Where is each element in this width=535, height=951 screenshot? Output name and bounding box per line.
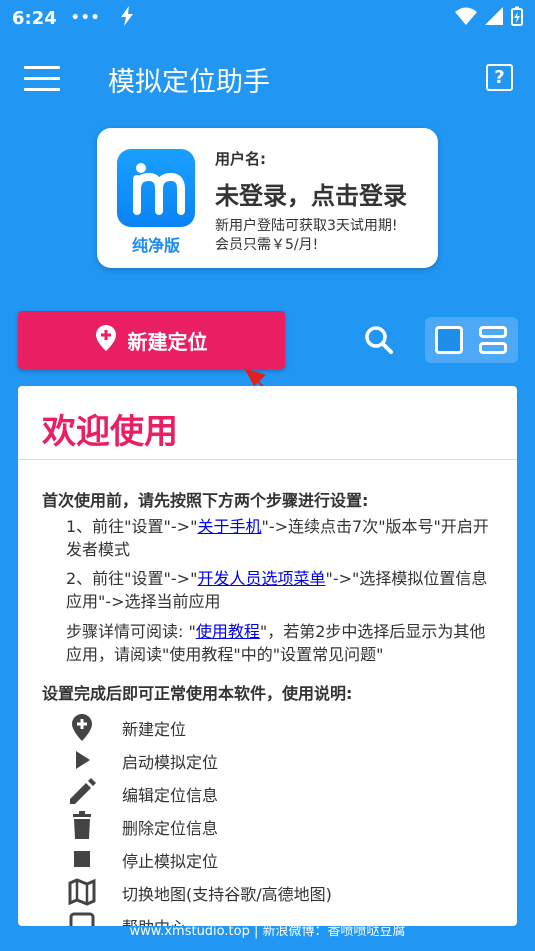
split-view-icon[interactable] (479, 326, 507, 354)
trial-info: 新用户登陆可获取3天试用期! 会员只需￥5/月! (215, 217, 398, 255)
play-icon (66, 745, 98, 775)
tutorial-link[interactable]: 使用教程 (196, 622, 260, 641)
bolt-icon (119, 5, 135, 31)
step-3-pre: 步骤详情可阅读: " (66, 622, 196, 641)
edition-label: 纯净版 (131, 236, 180, 255)
usage-item: 新建定位 (66, 712, 486, 742)
single-view-icon[interactable] (435, 326, 463, 354)
usage-label: 新建定位 (122, 720, 187, 739)
usage-label: 删除定位信息 (122, 819, 219, 838)
status-time: 6:24 (12, 7, 57, 29)
wifi-icon (455, 7, 477, 30)
app-title: 模拟定位助手 (108, 67, 270, 98)
trash-icon (66, 811, 98, 841)
welcome-title: 欢迎使用 (42, 412, 178, 452)
developer-options-link[interactable]: 开发人员选项菜单 (197, 569, 325, 588)
username-label: 用户名: (215, 150, 266, 168)
usage-item: 停止模拟定位 (66, 844, 486, 874)
usage-label: 停止模拟定位 (122, 852, 219, 871)
view-toggle[interactable] (425, 317, 518, 363)
trial-line-1: 新用户登陆可获取3天试用期! (215, 218, 398, 234)
usage-item: 编辑定位信息 (66, 778, 486, 808)
usage-item: 删除定位信息 (66, 811, 486, 841)
user-card[interactable]: 纯净版 用户名: 未登录，点击登录 新用户登陆可获取3天试用期! 会员只需￥5/… (97, 128, 438, 268)
step-1-pre: 1、前往"设置"->" (66, 517, 198, 536)
usage-label: 编辑定位信息 (122, 786, 219, 805)
usage-label: 切换地图(支持谷歌/高德地图) (122, 885, 332, 904)
app-logo-icon (117, 149, 195, 227)
login-prompt[interactable]: 未登录，点击登录 (215, 176, 407, 211)
battery-icon (511, 6, 523, 31)
step-1: 1、前往"设置"->"关于手机"->连续点击7次"版本号"开启开发者模式 (66, 515, 496, 561)
help-icon[interactable]: ? (486, 64, 513, 91)
usage-item: 切换地图(支持谷歌/高德地图) (66, 877, 486, 907)
intro-text: 首次使用前，请先按照下方两个步骤进行设置: (42, 491, 369, 510)
status-bar: 6:24 ••• (0, 0, 535, 36)
location-add-icon (66, 712, 98, 742)
footer-credit: www.xmstudio.top | 新浪微博：香喷喷哒豆腐 (129, 924, 406, 939)
app-bar: 模拟定位助手 ? (0, 44, 535, 112)
step-3: 步骤详情可阅读: "使用教程"，若第2步中选择后显示为其他应用，请阅读"使用教程… (66, 620, 496, 666)
location-add-icon (95, 324, 116, 356)
menu-icon[interactable] (24, 66, 60, 92)
usage-item: 启动模拟定位 (66, 745, 486, 775)
usage-label: 启动模拟定位 (122, 753, 219, 772)
pencil-icon (66, 778, 98, 808)
stop-icon (66, 844, 98, 874)
step-2: 2、前往"设置"->"开发人员选项菜单"->"选择模拟位置信息应用"->选择当前… (66, 567, 496, 613)
notification-dots: ••• (70, 10, 101, 26)
status-right (455, 6, 523, 31)
trial-line-2: 会员只需￥5/月! (215, 237, 319, 253)
new-location-label: 新建定位 (127, 329, 208, 354)
signal-icon (485, 7, 503, 30)
about-phone-link[interactable]: 关于手机 (197, 517, 261, 536)
usage-title: 设置完成后即可正常使用本软件，使用说明: (42, 684, 353, 703)
map-icon (66, 877, 98, 907)
step-2-pre: 2、前往"设置"->" (66, 569, 198, 588)
welcome-card: 欢迎使用 首次使用前，请先按照下方两个步骤进行设置: 1、前往"设置"->"关于… (18, 386, 517, 926)
search-icon[interactable] (364, 325, 394, 355)
divider (18, 459, 517, 460)
